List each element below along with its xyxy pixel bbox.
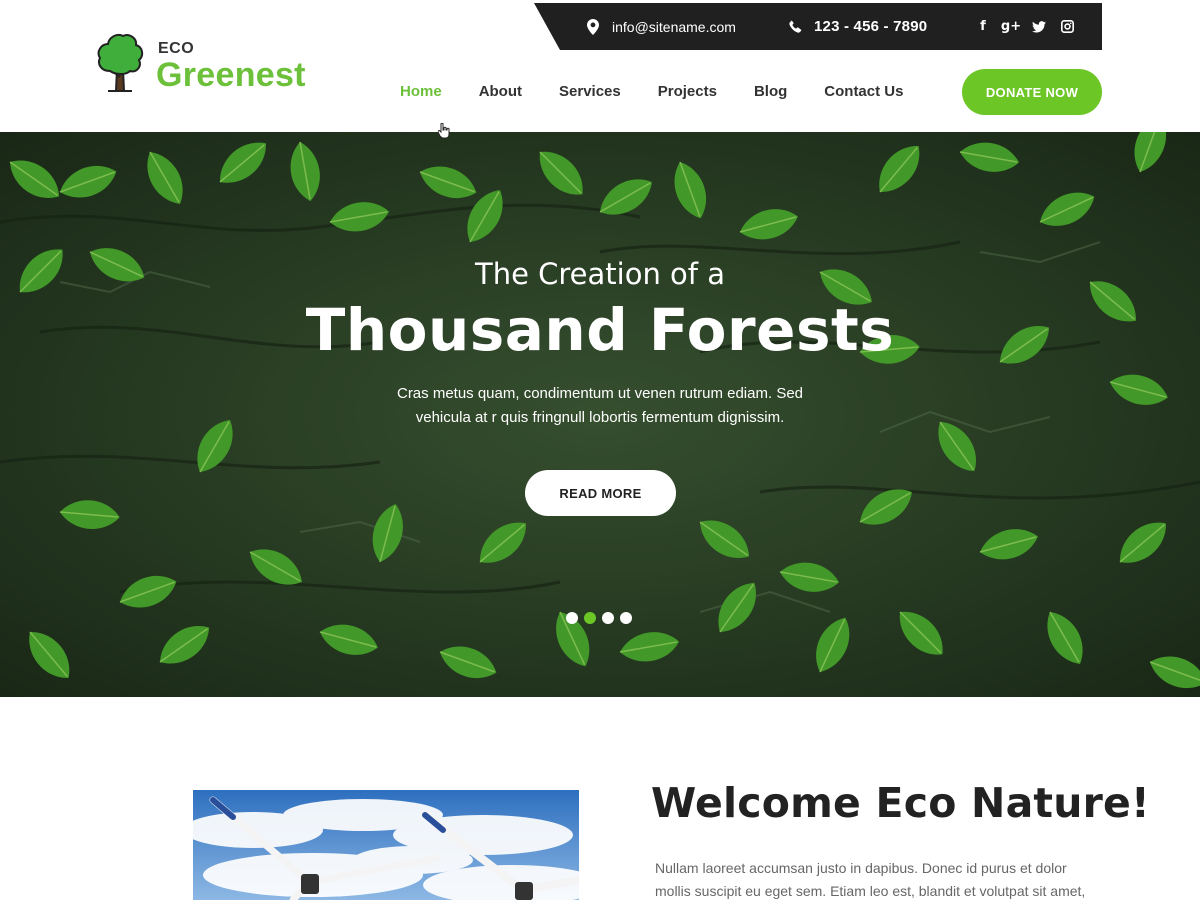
contact-phone[interactable]: 123 - 456 - 7890	[786, 3, 927, 50]
read-more-button[interactable]: READ MORE	[525, 470, 676, 516]
donate-now-button[interactable]: DONATE NOW	[962, 69, 1102, 115]
nav-projects[interactable]: Projects	[658, 78, 717, 106]
facebook-icon[interactable]: f	[974, 18, 992, 36]
nav-contact-us[interactable]: Contact Us	[824, 78, 903, 106]
hero-subtitle: The Creation of a	[474, 257, 725, 291]
wind-turbine-image	[193, 790, 579, 900]
slider-dot-1[interactable]	[566, 612, 578, 624]
google-plus-icon[interactable]: g+	[1001, 18, 1021, 36]
nav-services[interactable]: Services	[559, 78, 621, 106]
welcome-title: Welcome Eco Nature!	[651, 779, 1150, 827]
contact-bar: info@sitename.com 123 - 456 - 7890 f g+	[534, 3, 1102, 50]
site-logo[interactable]: ECO Greenest	[96, 33, 336, 97]
slider-dot-2[interactable]	[584, 612, 596, 624]
main-nav: Home About Services Projects Blog Contac…	[400, 78, 940, 106]
location-pin-icon	[584, 18, 602, 36]
tree-logo-icon	[97, 34, 144, 92]
nav-about[interactable]: About	[479, 78, 522, 106]
phone-icon	[786, 18, 804, 36]
contact-email[interactable]: info@sitename.com	[584, 3, 736, 50]
nav-home[interactable]: Home	[400, 78, 442, 106]
social-links: f g+	[974, 3, 1076, 50]
contact-phone-text: 123 - 456 - 7890	[814, 18, 928, 35]
mouse-cursor-icon	[438, 123, 450, 139]
welcome-text: Nullam laoreet accumsan justo in dapibus…	[655, 860, 1086, 899]
instagram-icon[interactable]	[1058, 18, 1076, 36]
hero-title: Thousand Forests	[305, 296, 895, 364]
slider-dot-3[interactable]	[602, 612, 614, 624]
logo-brand-text: Greenest	[156, 56, 306, 94]
contact-email-text: info@sitename.com	[612, 18, 736, 35]
hero-text: Cras metus quam, condimentum ut venen ru…	[396, 385, 804, 426]
slider-dot-4[interactable]	[620, 612, 632, 624]
slider-dots	[566, 612, 632, 624]
twitter-icon[interactable]	[1030, 18, 1048, 36]
nav-blog[interactable]: Blog	[754, 78, 787, 106]
site-header: info@sitename.com 123 - 456 - 7890 f g+	[0, 0, 1200, 132]
hero-slider: The Creation of a Thousand Forests Cras …	[0, 132, 1200, 697]
